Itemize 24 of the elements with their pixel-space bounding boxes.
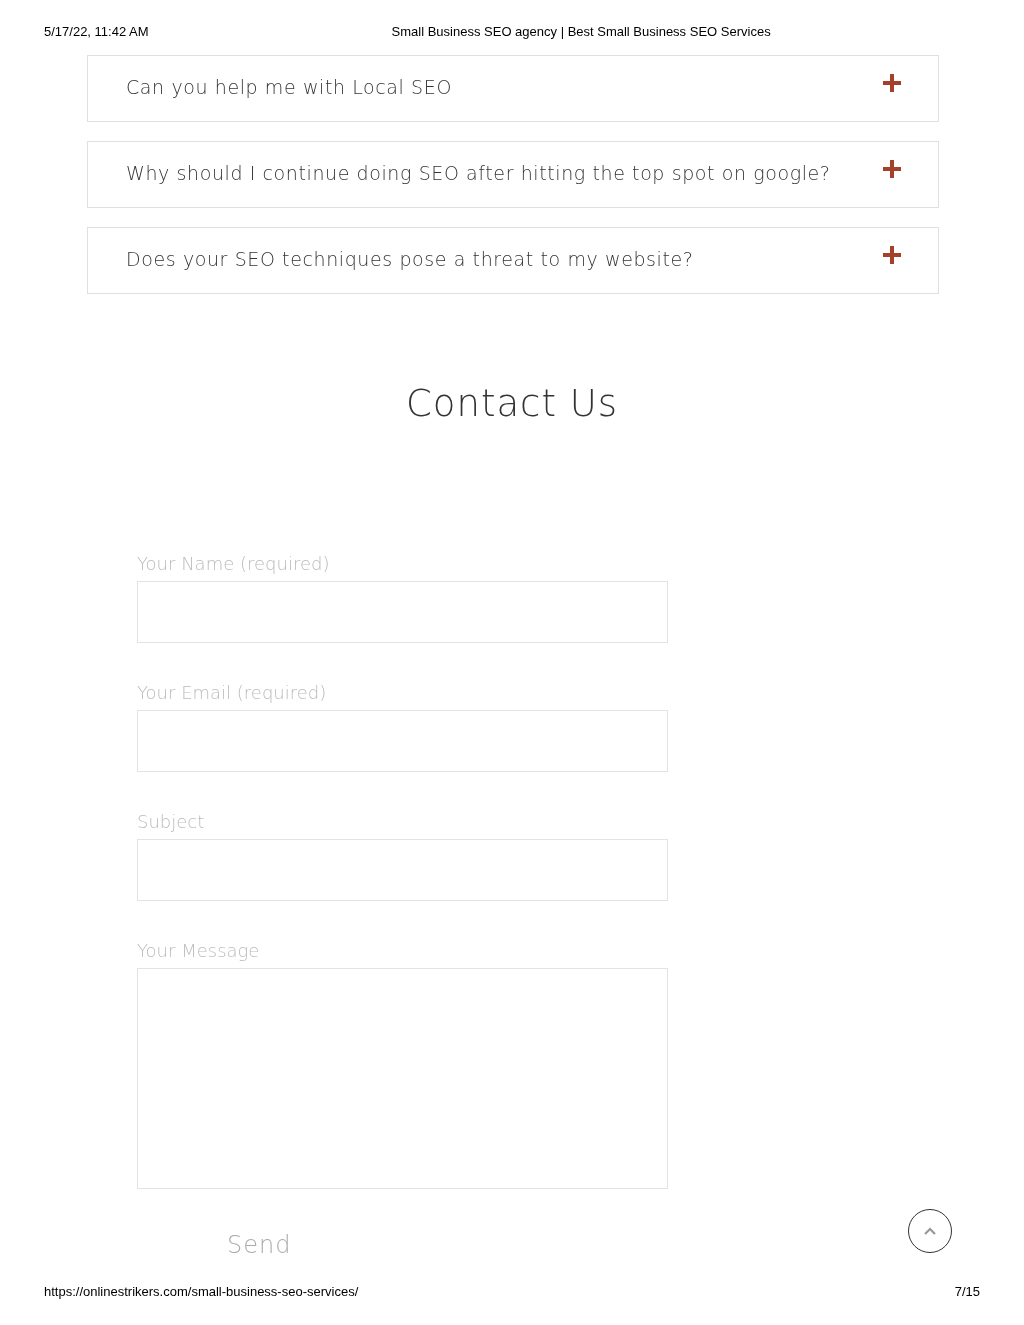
plus-icon[interactable] — [882, 72, 902, 93]
input-field[interactable] — [137, 710, 668, 772]
print-date: 5/17/22, 11:42 AM — [44, 24, 149, 38]
page-title: Small Business SEO agency | Best Small Business SEO Services — [391, 24, 771, 38]
field-label: Subject — [137, 811, 206, 832]
faq-question: Can you help me with Local SEO — [126, 75, 452, 98]
faq-item[interactable]: Can you help me with Local SEO — [87, 55, 939, 122]
input-field[interactable] — [137, 839, 668, 901]
field-label: Your Email (required) — [137, 682, 328, 703]
plus-icon[interactable] — [882, 244, 902, 265]
faq-question: Why should I continue doing SEO after hitting the top spot on google? — [126, 161, 831, 184]
plus-icon[interactable] — [882, 158, 902, 179]
page-url: https://onlinestrikers.com/small-business-seo-services/ — [44, 1284, 359, 1299]
field-label: Your Name (required) — [137, 553, 331, 574]
page-number: 7/15 — [954, 1284, 980, 1299]
faq-item[interactable]: Why should I continue doing SEO after hitting the top spot on google? — [87, 141, 939, 208]
message-field[interactable] — [137, 968, 668, 1189]
section-heading: Contact Us — [405, 382, 619, 425]
chevron-up-icon — [924, 1227, 936, 1235]
faq-item[interactable]: Does your SEO techniques pose a threat to my website? — [87, 227, 939, 294]
scroll-top-button[interactable] — [908, 1209, 952, 1253]
faq-question: Does your SEO techniques pose a threat to my website? — [126, 247, 694, 270]
input-field[interactable] — [137, 581, 668, 643]
field-label: Your Message — [137, 940, 261, 961]
